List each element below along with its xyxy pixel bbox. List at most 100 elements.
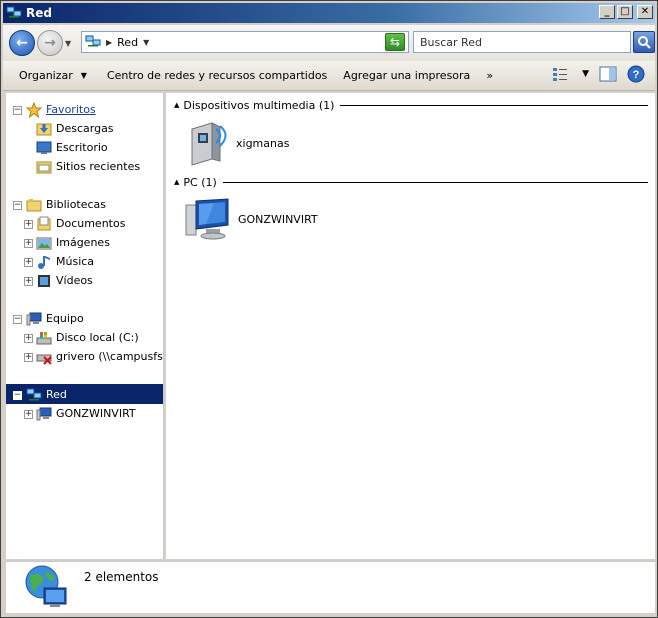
expand-videos[interactable]: + (24, 277, 33, 286)
device-item-gonzwinvirt[interactable]: GONZWINVIRT (184, 197, 318, 241)
refresh-icon: ⇆ (389, 35, 401, 49)
sidebar-item-gonzwinvirt[interactable]: GONZWINVIRT (36, 404, 136, 423)
sidebar-item-label: Sitios recientes (56, 160, 141, 173)
network-globe-icon (25, 565, 67, 607)
expand-disco-local[interactable]: + (24, 334, 33, 343)
views-dropdown-icon[interactable]: ▼ (582, 69, 589, 79)
recent-places-icon (36, 161, 52, 173)
device-item-xigmanas[interactable]: xigmanas (186, 119, 289, 167)
network-icon (85, 35, 101, 47)
computer-icon (36, 407, 52, 420)
address-bar[interactable]: ▶ Red ▼ ▼ (81, 31, 409, 53)
sidebar-item-musica[interactable]: Música (36, 252, 94, 271)
sidebar-item-network-drive[interactable]: grivero (\\campusfs.uc (36, 347, 163, 366)
libraries-icon (26, 198, 42, 211)
collapse-favorites[interactable]: − (13, 106, 22, 115)
add-printer-button[interactable]: Agregar una impresora (335, 61, 478, 90)
desktop-icon (36, 141, 52, 154)
network-icon (6, 6, 22, 18)
window-title: Red (26, 6, 52, 20)
chevron-down-icon: ▼ (80, 71, 87, 80)
expand-imagenes[interactable]: + (24, 239, 33, 248)
device-label: xigmanas (236, 136, 290, 150)
arrow-right-icon: → (44, 35, 56, 51)
preview-pane-icon[interactable] (599, 66, 617, 82)
computer-icon (185, 198, 229, 240)
organize-label: Organizar (19, 69, 73, 82)
refresh-button[interactable]: ⇆ (385, 33, 405, 51)
sidebar-item-bibliotecas[interactable]: Bibliotecas (26, 195, 106, 214)
details-pane: 2 elementos (6, 561, 655, 613)
hard-drive-icon (36, 331, 52, 344)
arrow-left-icon: ← (16, 35, 28, 51)
group-header-multimedia[interactable]: ▲ Dispositivos multimedia (1) (174, 97, 648, 113)
pictures-icon (36, 237, 52, 249)
network-center-button[interactable]: Centro de redes y recursos compartidos (99, 61, 335, 90)
navigation-bar: ← → ▼ ▶ Red ▼ ▼ ⇆ Buscar Red (3, 25, 655, 61)
sidebar-item-disco-local[interactable]: Disco local (C:) (36, 328, 139, 347)
expand-documentos[interactable]: + (24, 220, 33, 229)
group-header-pc[interactable]: ▲ PC (1) (174, 174, 648, 190)
star-icon (26, 101, 42, 118)
collapse-red[interactable]: − (13, 391, 22, 400)
sidebar-item-label: GONZWINVIRT (56, 407, 136, 420)
sidebar-item-red[interactable]: Red (26, 385, 67, 404)
svg-text:?: ? (633, 69, 640, 81)
sidebar-item-label: Disco local (C:) (56, 331, 139, 344)
sidebar-item-label: grivero (\\campusfs.uc (56, 350, 163, 363)
expand-network-drive[interactable]: + (24, 353, 33, 362)
title-bar[interactable]: Red _ □ ✕ (3, 3, 655, 23)
sidebar-item-label: Música (56, 255, 95, 268)
breadcrumb-separator-icon[interactable]: ▶ (106, 38, 112, 47)
close-button[interactable]: ✕ (637, 5, 653, 19)
maximize-button[interactable]: □ (617, 5, 633, 19)
sidebar-item-descargas[interactable]: Descargas (36, 119, 114, 138)
expand-musica[interactable]: + (24, 258, 33, 267)
more-commands-button[interactable]: » (478, 61, 501, 90)
forward-button[interactable]: → (37, 30, 63, 56)
sidebar-item-label: Escritorio (56, 141, 108, 154)
sidebar-item-documentos[interactable]: Documentos (36, 214, 125, 233)
sidebar-item-equipo[interactable]: Equipo (26, 309, 84, 328)
group-label: PC (1) (183, 175, 217, 189)
breadcrumb-red[interactable]: Red (117, 36, 138, 49)
explorer-window: Red _ □ ✕ ← → ▼ ▶ Red ▼ ▼ ⇆ Bu (0, 0, 658, 618)
sidebar-item-videos[interactable]: Vídeos (36, 271, 93, 290)
recent-pages-dropdown-icon[interactable]: ▼ (65, 39, 71, 48)
search-input[interactable]: Buscar Red (413, 31, 631, 53)
content-pane: ▲ Dispositivos multimedia (1) xigmanas ▲… (166, 93, 655, 559)
sidebar-item-favoritos[interactable]: Favoritos (26, 100, 96, 119)
sidebar-item-label: Vídeos (56, 274, 93, 287)
group-divider (222, 181, 648, 183)
views-icon[interactable] (552, 66, 572, 82)
sidebar-item-sitios-recientes[interactable]: Sitios recientes (36, 157, 140, 176)
collapse-caret-icon: ▲ (174, 178, 180, 186)
sidebar-item-label: Imágenes (56, 236, 110, 249)
downloads-folder-icon (36, 123, 52, 135)
help-icon[interactable]: ? (627, 65, 645, 83)
media-server-icon (191, 122, 227, 166)
sidebar-item-label: Red (46, 388, 67, 401)
sidebar-item-imagenes[interactable]: Imágenes (36, 233, 110, 252)
breadcrumb-dropdown-icon[interactable]: ▼ (143, 38, 149, 47)
sidebar-item-label: Descargas (56, 122, 114, 135)
collapse-equipo[interactable]: − (13, 315, 22, 324)
network-icon (26, 388, 42, 400)
documents-icon (37, 216, 51, 230)
sidebar-item-label: Documentos (56, 217, 126, 230)
music-icon (38, 255, 50, 269)
collapse-libraries[interactable]: − (13, 201, 22, 210)
minimize-button[interactable]: _ (599, 5, 615, 19)
expand-gonzwinvirt[interactable]: + (24, 410, 33, 419)
sidebar-item-label: Equipo (46, 312, 84, 325)
organize-button[interactable]: Organizar ▼ (11, 61, 95, 90)
collapse-caret-icon: ▲ (174, 101, 180, 109)
sidebar-item-escritorio[interactable]: Escritorio (36, 138, 108, 157)
item-count: 2 elementos (84, 570, 159, 584)
sidebar-item-label: Favoritos (46, 103, 96, 116)
sidebar-item-label: Bibliotecas (46, 198, 107, 211)
back-button[interactable]: ← (9, 30, 35, 56)
disconnected-drive-icon (36, 354, 52, 365)
search-button[interactable] (633, 31, 655, 53)
group-label: Dispositivos multimedia (1) (183, 98, 335, 112)
